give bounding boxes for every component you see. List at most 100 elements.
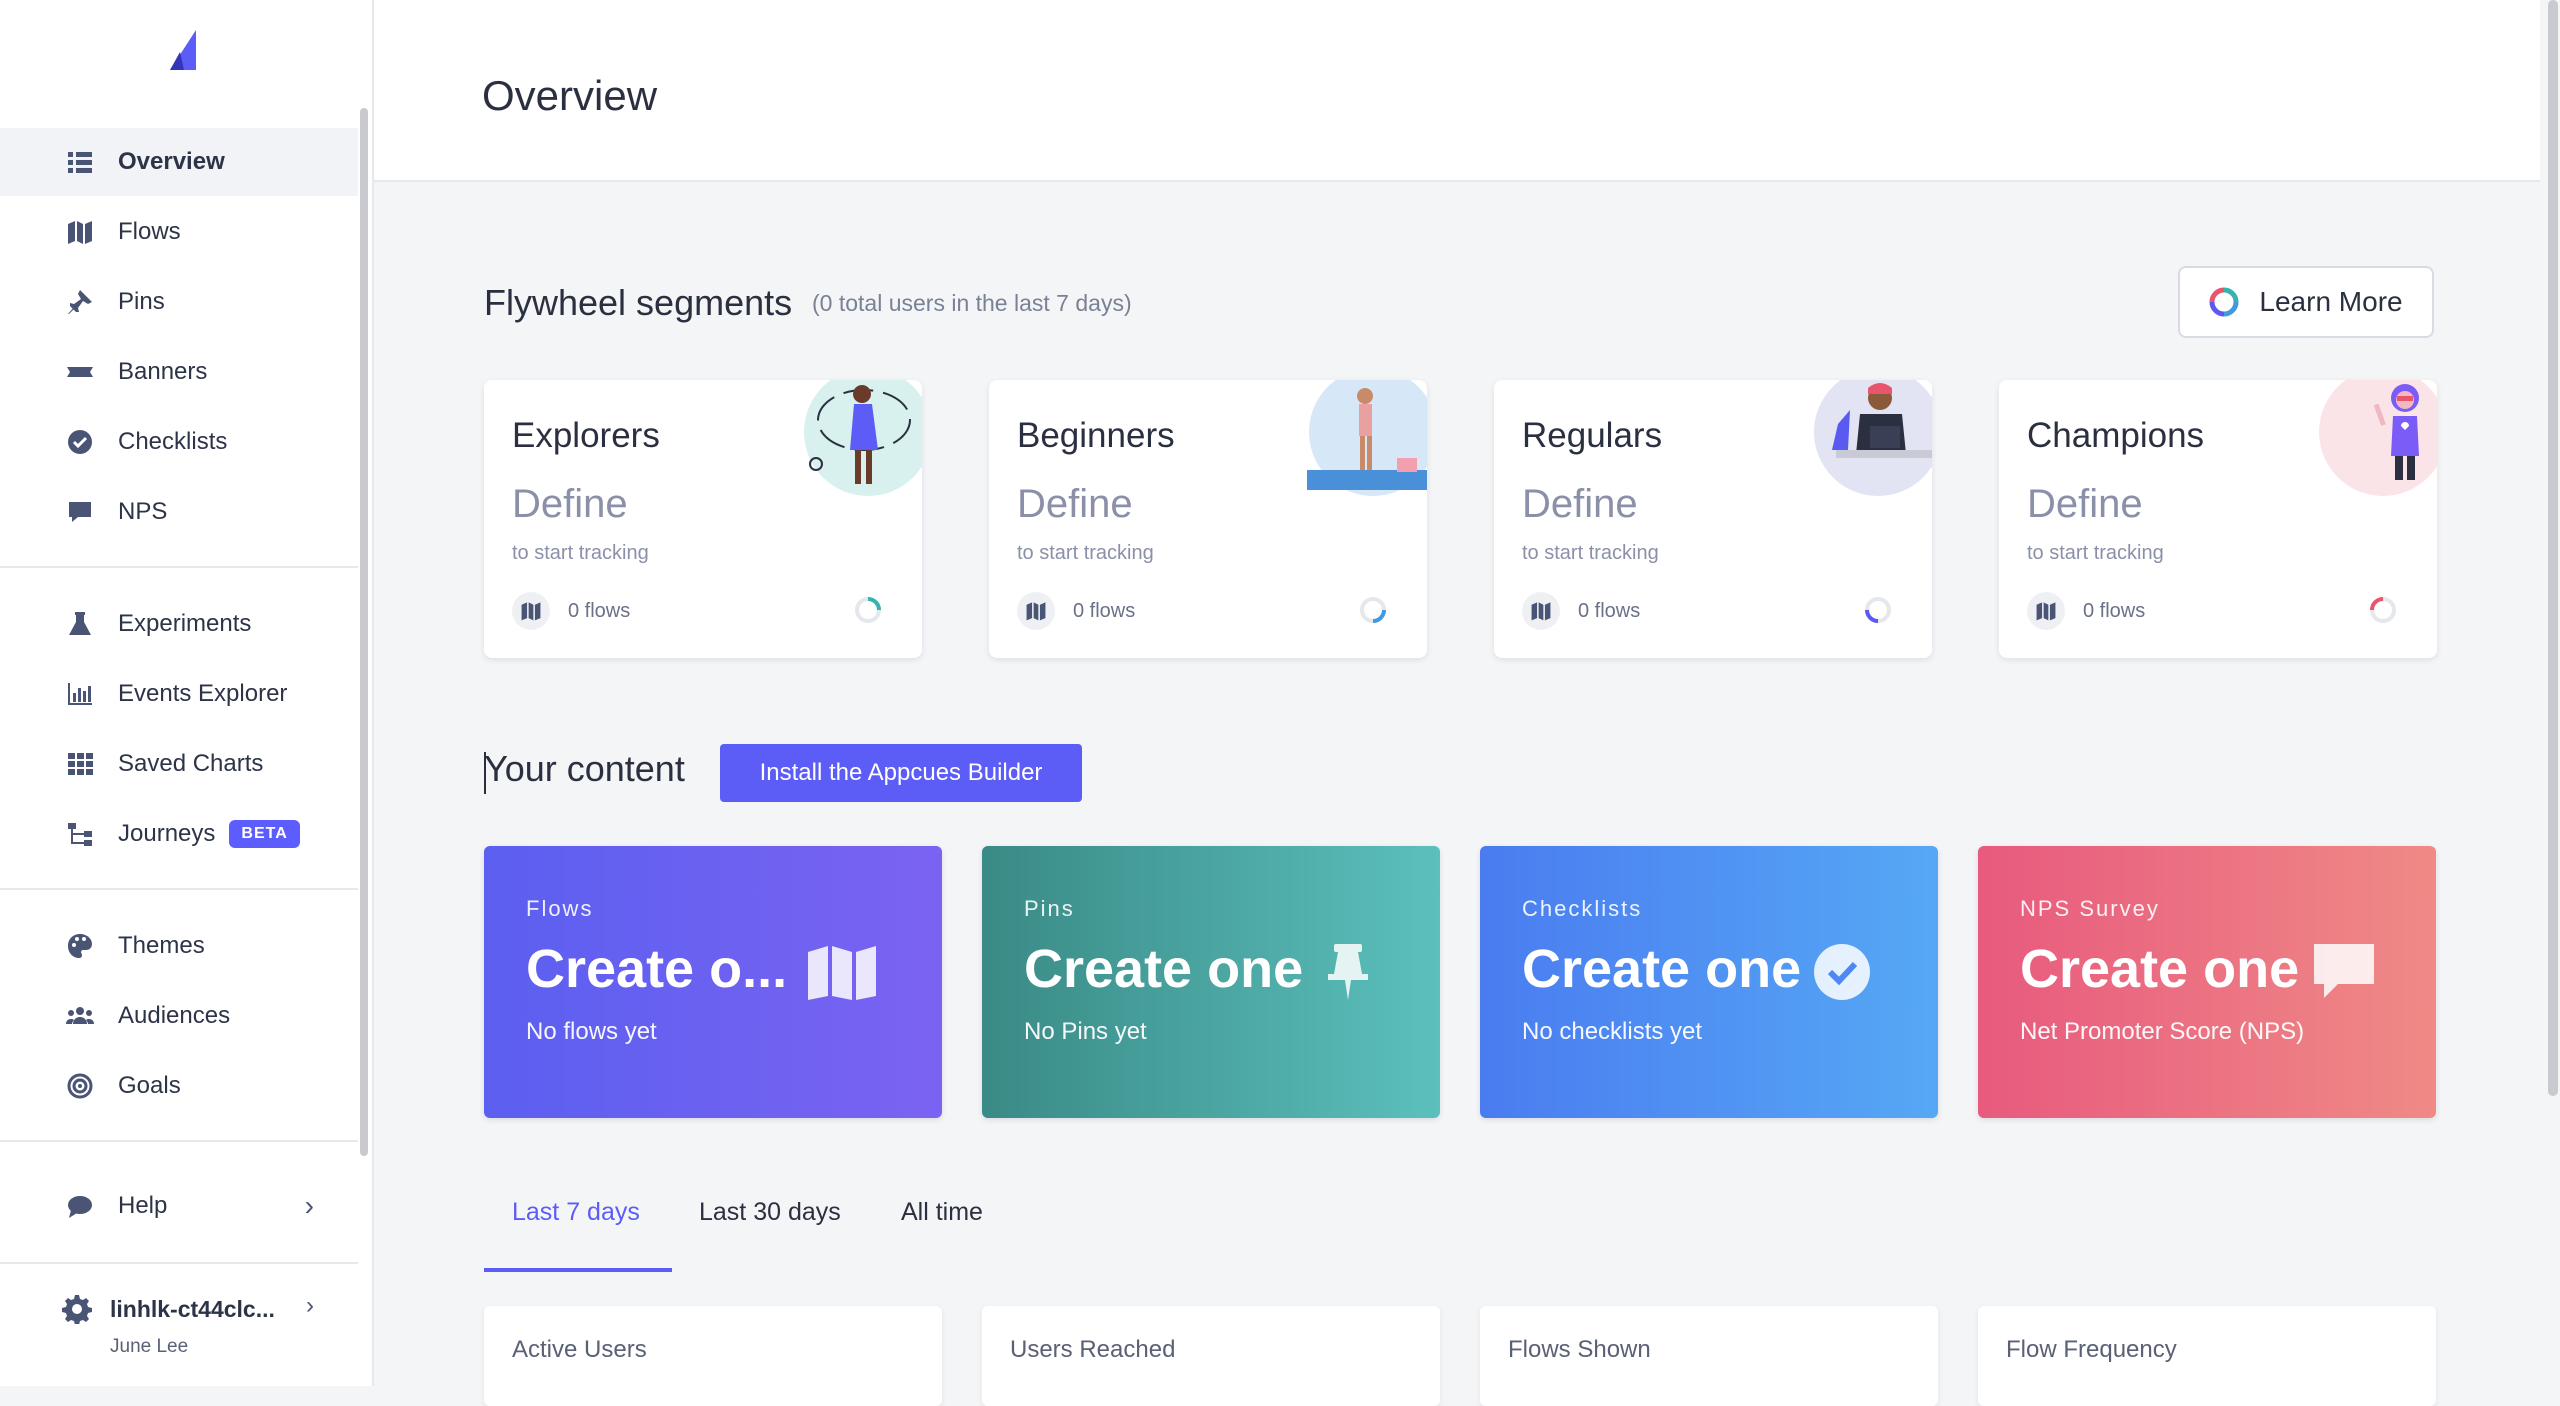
segment-hint: to start tracking: [1017, 542, 1154, 564]
tab-last-7-days[interactable]: Last 7 days: [512, 1198, 640, 1227]
sidebar-item-label: Help: [118, 1192, 168, 1219]
map-icon: [1522, 592, 1560, 630]
sidebar-item-flows[interactable]: Flows: [0, 198, 358, 266]
segment-name: Champions: [2027, 416, 2205, 455]
map-icon: [512, 592, 550, 630]
segment-card-champions[interactable]: Champions Define to start tracking 0 flo…: [1999, 380, 2437, 658]
regular-illustration: [1814, 380, 1932, 496]
card-title: Create one: [1522, 939, 1802, 999]
pin-icon: [64, 286, 96, 318]
stat-card-flow-frequency: Flow Frequency: [1978, 1306, 2436, 1406]
sidebar-item-saved-charts[interactable]: Saved Charts: [0, 730, 358, 798]
segment-card-beginners[interactable]: Beginners Define to start tracking 0 flo…: [989, 380, 1427, 658]
card-title: Create one: [1024, 939, 1304, 999]
chevron-right-icon: ›: [306, 1292, 314, 1319]
segment-flows: 0 flows: [512, 592, 630, 630]
sidebar-item-experiments[interactable]: Experiments: [0, 590, 358, 658]
card-category: Pins: [1024, 896, 1075, 921]
segment-name: Beginners: [1017, 416, 1175, 455]
sidebar-item-label: Events Explorer: [118, 680, 288, 707]
learn-more-button[interactable]: Learn More: [2178, 266, 2434, 338]
sidebar-divider: [0, 888, 358, 890]
sidebar-item-help[interactable]: Help ›: [0, 1172, 358, 1240]
main-scrollbar[interactable]: [2548, 0, 2558, 1096]
main-content: Overview: [374, 0, 2540, 1386]
gear-icon: [62, 1295, 92, 1324]
account-name: linhlk-ct44clc...: [110, 1296, 275, 1322]
sidebar-item-label: Experiments: [118, 610, 252, 637]
sidebar-item-label: Audiences: [118, 1002, 231, 1029]
sidebar-item-label: Flows: [118, 218, 181, 245]
card-subtitle: No checklists yet: [1522, 1018, 1703, 1045]
flywheel-title: Flywheel segments: [484, 282, 793, 323]
segment-flows: 0 flows: [2027, 592, 2145, 630]
segment-card-explorers[interactable]: Explorers Define to start tracking 0 flo…: [484, 380, 922, 658]
card-category: NPS Survey: [2020, 896, 2160, 921]
sidebar-item-checklists[interactable]: Checklists: [0, 408, 358, 476]
comment-icon: [2314, 944, 2374, 998]
stat-card-users-reached: Users Reached: [982, 1306, 1440, 1406]
tab-last-30-days[interactable]: Last 30 days: [699, 1198, 841, 1227]
content-card-pins[interactable]: Pins Create one No Pins yet: [982, 846, 1440, 1118]
sidebar-item-pins[interactable]: Pins: [0, 268, 358, 336]
explorer-illustration: [804, 380, 922, 496]
sidebar-item-banners[interactable]: Banners: [0, 338, 358, 406]
segment-flows-count: 0 flows: [2083, 599, 2146, 622]
banner-icon: [64, 356, 96, 388]
segment-define-link[interactable]: Define: [2027, 482, 2143, 527]
segment-define-link[interactable]: Define: [512, 482, 628, 527]
account-user: June Lee: [110, 1336, 189, 1357]
pin-icon: [1328, 944, 1368, 1000]
content-card-checklists[interactable]: Checklists Create one No checklists yet: [1480, 846, 1938, 1118]
card-category: Checklists: [1522, 896, 1643, 921]
grid-icon: [64, 748, 96, 780]
sidebar-item-goals[interactable]: Goals: [0, 1052, 358, 1120]
sidebar-item-label: Goals: [118, 1072, 181, 1099]
sidebar-item-label: NPS: [118, 498, 168, 525]
map-icon: [64, 216, 96, 248]
segment-hint: to start tracking: [1522, 542, 1659, 564]
segment-flows-count: 0 flows: [568, 599, 631, 622]
segment-ring-icon: [855, 597, 881, 623]
sidebar-divider: [0, 1140, 358, 1142]
card-subtitle: No Pins yet: [1024, 1018, 1147, 1045]
sidebar-item-label: Checklists: [118, 428, 228, 455]
content-card-flows[interactable]: Flows Create o... No flows yet: [484, 846, 942, 1118]
map-icon: [2027, 592, 2065, 630]
sidebar-item-nps[interactable]: NPS: [0, 478, 358, 546]
sidebar-item-events-explorer[interactable]: Events Explorer: [0, 660, 358, 728]
segment-flows: 0 flows: [1017, 592, 1135, 630]
beginner-illustration: [1307, 380, 1427, 496]
palette-icon: [64, 930, 96, 962]
sidebar-item-themes[interactable]: Themes: [0, 912, 358, 980]
check-circle-icon: [64, 426, 96, 458]
content-card-nps[interactable]: NPS Survey Create one Net Promoter Score…: [1978, 846, 2436, 1118]
sidebar-item-journeys[interactable]: Journeys BETA: [0, 800, 358, 868]
appcues-logo[interactable]: [166, 28, 206, 72]
users-icon: [64, 1000, 96, 1032]
tab-all-time[interactable]: All time: [901, 1198, 983, 1227]
beta-badge: BETA: [229, 820, 300, 848]
segment-flows-count: 0 flows: [1073, 599, 1136, 622]
segment-hint: to start tracking: [512, 542, 649, 564]
sitemap-icon: [64, 818, 96, 850]
sidebar-scrollbar[interactable]: [360, 108, 368, 1156]
sidebar-item-overview[interactable]: Overview: [0, 128, 358, 196]
card-title: Create o...: [526, 939, 788, 999]
install-builder-button[interactable]: Install the Appcues Builder: [720, 744, 1082, 802]
sidebar-item-audiences[interactable]: Audiences: [0, 982, 358, 1050]
bar-chart-icon: [64, 678, 96, 710]
card-category: Flows: [526, 896, 594, 921]
comment-icon: [64, 496, 96, 528]
segment-define-link[interactable]: Define: [1522, 482, 1638, 527]
segment-name: Explorers: [512, 416, 660, 455]
stat-label: Users Reached: [1010, 1336, 1176, 1363]
segment-card-regulars[interactable]: Regulars Define to start tracking 0 flow…: [1494, 380, 1932, 658]
sidebar-item-label: Banners: [118, 358, 208, 385]
content-title: Your content: [484, 748, 685, 789]
segment-define-link[interactable]: Define: [1017, 482, 1133, 527]
check-circle-icon: [1814, 944, 1870, 1000]
segment-flows: 0 flows: [1522, 592, 1640, 630]
sidebar-divider: [0, 566, 358, 568]
account-switcher[interactable]: linhlk-ct44clc... June Lee ›: [0, 1264, 358, 1386]
